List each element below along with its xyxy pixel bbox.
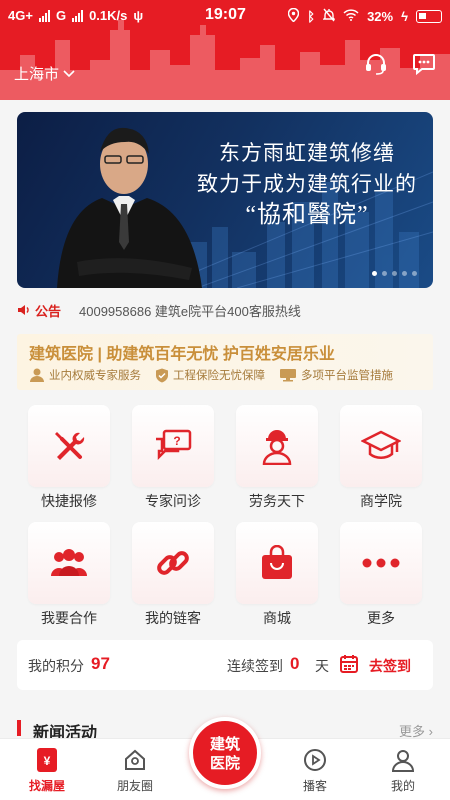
speaker-icon — [18, 305, 29, 315]
carousel-dot[interactable] — [402, 271, 407, 276]
more-icon — [362, 558, 400, 568]
points-label: 我的积分 — [28, 658, 84, 674]
usb-icon: ψ — [133, 8, 144, 23]
feature-item: 多项平台监管措施 — [279, 367, 393, 383]
signal-icon — [38, 9, 50, 22]
announcement-message[interactable]: 4009958686 建筑e院平台400客服热线 — [79, 301, 301, 320]
network-type: 4G+ — [8, 8, 33, 23]
nav-mine[interactable]: 我的 — [368, 747, 438, 794]
chevron-down-icon — [63, 69, 75, 77]
nav-label: 找漏屋 — [28, 779, 65, 793]
home-red-icon: ¥ — [37, 748, 57, 772]
tile-label: 专家问诊 — [145, 493, 201, 509]
tile-label: 劳务天下 — [249, 493, 305, 509]
nav-podcast[interactable]: 播客 — [280, 747, 350, 794]
more-button[interactable] — [340, 522, 422, 604]
header: 4G+ G 0.1K/s ψ 19:07 ᛒ 32% ϟ 上海市 — [0, 0, 450, 100]
announcement-tag: 公告 — [35, 303, 62, 319]
spokesperson-photo — [57, 127, 202, 288]
sign-in-button[interactable]: 去签到 — [369, 656, 411, 676]
hospital-promo-card: 建筑医院 | 助建筑百年无忧 护百姓安居乐业 业内权威专家服务 工程保险无忧保障… — [17, 334, 433, 390]
city-label: 上海市 — [14, 66, 60, 83]
promo-banner[interactable]: 东方雨虹建筑修缮 致力于成为建筑行业的 “協和醫院” — [17, 112, 433, 288]
app-screen: 4G+ G 0.1K/s ψ 19:07 ᛒ 32% ϟ 上海市 东方雨虹建筑修… — [0, 0, 450, 800]
message-icon[interactable] — [412, 52, 436, 76]
tile-label: 更多 — [367, 610, 395, 626]
calendar-icon[interactable] — [339, 654, 359, 674]
status-bar: 4G+ G 0.1K/s ψ 19:07 ᛒ 32% ϟ — [0, 0, 450, 32]
carousel-dot[interactable] — [372, 271, 377, 276]
net-speed: 0.1K/s — [89, 8, 128, 23]
nav-label: 朋友圈 — [116, 779, 153, 793]
promo-title: 建筑医院 | 助建筑百年无忧 护百姓安居乐业 — [29, 346, 335, 363]
cooperation-button[interactable] — [28, 522, 110, 604]
expert-icon — [30, 368, 44, 382]
tile-label: 我的链客 — [145, 610, 201, 626]
location-icon — [288, 7, 300, 25]
clock: 19:07 — [205, 6, 246, 23]
group-icon — [51, 549, 87, 576]
customer-service-icon[interactable] — [364, 52, 388, 76]
svg-text:?: ? — [173, 434, 180, 448]
shield-check-icon — [156, 368, 168, 382]
tile-label: 商学院 — [360, 493, 402, 509]
bluetooth-icon: ᛒ — [307, 9, 316, 24]
mall-button[interactable] — [236, 522, 318, 604]
signal2-icon — [72, 9, 84, 22]
feature-label: 业内权威专家服务 — [49, 370, 141, 382]
carousel-dot[interactable] — [392, 271, 397, 276]
points-card: 我的积分 97 连续签到 0 天 去签到 — [17, 640, 433, 690]
section-accent-bar — [17, 720, 21, 736]
mute-icon — [322, 8, 336, 25]
expert-consult-button[interactable]: ? — [132, 405, 214, 487]
slogan-line-3: “協和醫院” — [245, 202, 369, 228]
consult-icon: ? — [156, 429, 192, 461]
wifi-icon — [343, 9, 359, 24]
nav-label: 播客 — [302, 779, 327, 793]
tile-label: 商城 — [263, 610, 291, 626]
battery-percent: 32% — [367, 9, 394, 24]
friends-icon — [125, 749, 145, 770]
announcement-bar[interactable]: 公告 4009958686 建筑e院平台400客服热线 — [17, 300, 437, 320]
feature-label: 多项平台监管措施 — [301, 370, 393, 382]
charging-icon: ϟ — [401, 9, 408, 24]
carousel-dot[interactable] — [382, 271, 387, 276]
user-icon — [391, 750, 415, 772]
city-selector[interactable]: 上海市 — [14, 63, 75, 84]
nav-label: 我的 — [390, 779, 415, 793]
feature-item: 工程保险无忧保障 — [155, 367, 265, 383]
streak-label: 连续签到 — [227, 658, 283, 674]
monitor-icon — [280, 369, 296, 382]
banner-slogan: 东方雨虹建筑修缮 致力于成为建筑行业的 “協和醫院” — [197, 138, 417, 231]
worker-icon — [262, 430, 292, 465]
feature-label: 工程保险无忧保障 — [173, 370, 265, 382]
slogan-line-1: 东方雨虹建筑修缮 — [219, 141, 395, 165]
carousel-dot[interactable] — [412, 271, 417, 276]
carousel-indicator[interactable] — [372, 271, 417, 276]
graduation-cap-icon — [361, 430, 401, 459]
play-icon — [304, 749, 326, 771]
svg-text:¥: ¥ — [44, 754, 51, 768]
streak-days: 0 — [290, 654, 300, 673]
my-links-button[interactable] — [132, 522, 214, 604]
shopping-bag-icon — [262, 545, 292, 579]
center-btn-line1: 建筑 — [209, 736, 240, 753]
nav-friends[interactable]: 朋友圈 — [100, 747, 170, 794]
feature-item: 业内权威专家服务 — [29, 367, 141, 383]
points-value: 97 — [91, 654, 110, 673]
building-hospital-button[interactable]: 建筑 医院 — [189, 717, 261, 789]
center-btn-line2: 医院 — [209, 755, 240, 772]
carrier2: G — [55, 8, 67, 23]
tools-icon — [55, 432, 85, 460]
nav-find-leak[interactable]: ¥ 找漏屋 — [12, 747, 82, 794]
tile-label: 我要合作 — [41, 610, 97, 626]
battery-icon — [416, 10, 442, 23]
tile-label: 快捷报修 — [41, 493, 97, 509]
labor-button[interactable] — [236, 405, 318, 487]
link-icon — [157, 551, 189, 575]
streak-unit: 天 — [315, 658, 329, 674]
slogan-line-2: 致力于成为建筑行业的 — [197, 172, 417, 196]
business-school-button[interactable] — [340, 405, 422, 487]
quick-repair-button[interactable] — [28, 405, 110, 487]
